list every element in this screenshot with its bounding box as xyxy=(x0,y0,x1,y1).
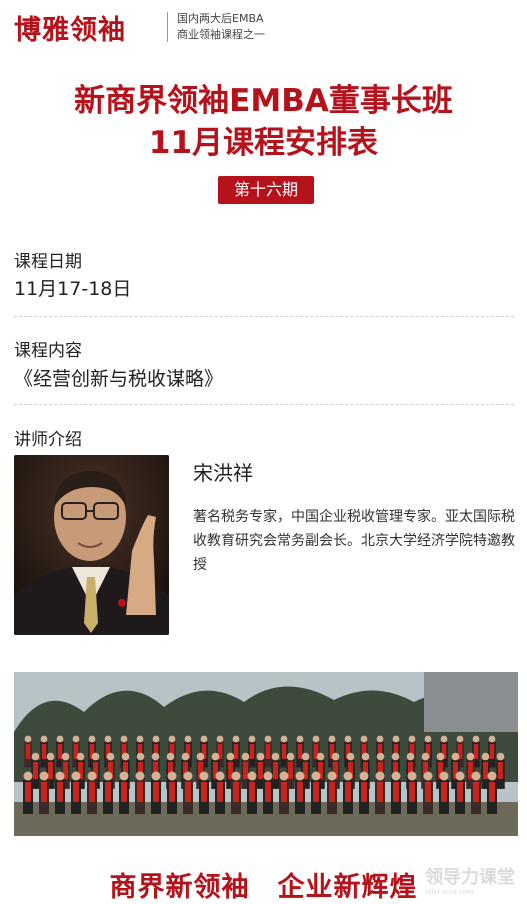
lecturer-label: 讲师介绍 xyxy=(14,430,82,450)
header: 博雅领袖 国内两大后EMBA 商业领袖课程之一 xyxy=(0,0,527,50)
title-line-1: 新商界领袖EMBA董事长班 xyxy=(74,83,453,119)
group-photo xyxy=(14,672,518,836)
lecturer-bio: 著名税务专家，中国企业税收管理专家。亚太国际税收教育研究会常务副会长。北京大学经… xyxy=(193,509,515,573)
lecturer-name: 宋洪祥 xyxy=(193,461,253,485)
date-label: 课程日期 xyxy=(14,252,82,272)
tagline: 国内两大后EMBA 商业领袖课程之一 xyxy=(177,11,265,43)
lecturer-portrait-image xyxy=(14,455,169,635)
watermark-sub: ldlkt.sina.com xyxy=(425,888,474,896)
divider xyxy=(14,316,514,317)
watermark-main: 领导力课堂 xyxy=(425,867,515,888)
divider xyxy=(14,404,514,405)
page-title: 新商界领袖EMBA董事长班 11月课程安排表 xyxy=(0,80,527,164)
session-badge: 第十六期 xyxy=(218,176,314,204)
tagline-line-2: 商业领袖课程之一 xyxy=(177,28,265,41)
watermark: 领导力课堂 ldlkt.sina.com xyxy=(425,868,515,897)
content-value: 《经营创新与税收谋略》 xyxy=(14,368,224,390)
title-line-2: 11月课程安排表 xyxy=(148,125,379,161)
tagline-line-1: 国内两大后EMBA xyxy=(177,12,264,25)
group-photo-image xyxy=(14,672,518,836)
date-value: 11月17-18日 xyxy=(14,278,132,300)
brand-logo: 博雅领袖 xyxy=(14,15,126,46)
logo-divider xyxy=(167,12,168,42)
content-label: 课程内容 xyxy=(14,341,82,361)
lecturer-photo xyxy=(14,455,169,635)
